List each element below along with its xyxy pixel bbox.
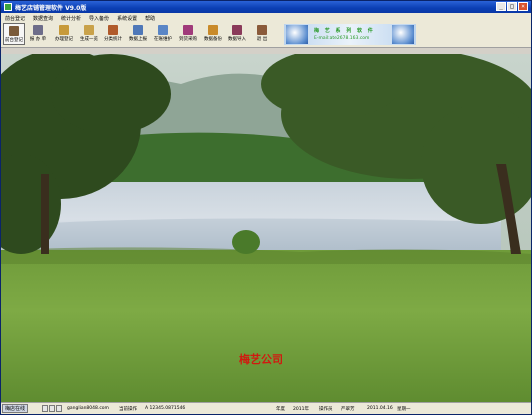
import-icon bbox=[232, 25, 242, 35]
toolbar-label: 退 出 bbox=[256, 37, 268, 42]
toolbar-label: 到货采购 bbox=[179, 37, 197, 42]
toolbar-button-exit[interactable]: 退 出 bbox=[251, 23, 273, 45]
banner-title: 梅 艺 系 列 软 件 bbox=[314, 28, 375, 34]
toolbar-button-purchase[interactable]: 到货采购 bbox=[177, 23, 199, 45]
toolbar-button-handle[interactable]: 办理登记 bbox=[53, 23, 75, 45]
status-operator-label: 操作员 bbox=[319, 407, 333, 412]
toolbar-button-front-desk[interactable]: 前台登记 bbox=[3, 23, 25, 45]
main-window: 梅艺店铺管理软件 V9.0版 _ □ × 前台登记 数据查询 统计分析 导入备份… bbox=[0, 0, 532, 415]
status-indicator-icon[interactable] bbox=[42, 405, 48, 412]
toolbar-label: 办理登记 bbox=[55, 37, 73, 42]
toolbar-label: 报 办 单 bbox=[29, 37, 47, 42]
toolbar: 前台登记 报 办 单 办理登记 生成一览 分类统计 数据上报 在账维护 到货采购… bbox=[1, 23, 531, 48]
window-controls: _ □ × bbox=[496, 2, 528, 11]
cart-icon bbox=[183, 25, 193, 35]
status-indicator-icon[interactable] bbox=[49, 405, 55, 412]
toolbar-button-data-upload[interactable]: 数据上报 bbox=[127, 23, 149, 45]
menu-item-import-backup[interactable]: 导入备份 bbox=[85, 15, 113, 22]
app-icon bbox=[4, 3, 12, 11]
menu-item-help[interactable]: 帮助 bbox=[141, 15, 159, 22]
background-landscape-image bbox=[1, 54, 531, 402]
banner-decoration-left bbox=[286, 25, 308, 44]
status-operator-value: 严翠芳 bbox=[341, 407, 355, 412]
menu-item-data-query[interactable]: 数据查询 bbox=[29, 15, 57, 22]
exit-icon bbox=[257, 25, 267, 35]
tools-icon bbox=[33, 25, 43, 35]
start-button[interactable]: 梅店在线 bbox=[2, 404, 29, 413]
toolbar-button-import[interactable]: 数据导入 bbox=[226, 23, 248, 45]
status-year-value: 2011年 bbox=[293, 407, 309, 412]
status-indicator-icon[interactable] bbox=[56, 405, 62, 412]
status-current-user-label: 当前操作 bbox=[119, 407, 137, 412]
upload-icon bbox=[133, 25, 143, 35]
status-website: ganglian8048.com bbox=[67, 406, 109, 411]
toolbar-button-report[interactable]: 报 办 单 bbox=[27, 23, 49, 45]
backup-icon bbox=[208, 25, 218, 35]
status-date: 2011.04.16 bbox=[367, 406, 393, 411]
register-icon bbox=[9, 26, 19, 36]
toolbar-label: 在账维护 bbox=[154, 37, 172, 42]
status-bar: 梅店在线 ganglian8048.com 当前操作 A 12345.08715… bbox=[1, 402, 531, 414]
toolbar-button-category-stats[interactable]: 分类统计 bbox=[102, 23, 124, 45]
toolbar-button-account-maintenance[interactable]: 在账维护 bbox=[152, 23, 174, 45]
menu-item-settings[interactable]: 系统设置 bbox=[113, 15, 141, 22]
toolbar-label: 分类统计 bbox=[104, 37, 122, 42]
hat-icon bbox=[59, 25, 69, 35]
toolbar-button-overview[interactable]: 生成一览 bbox=[78, 23, 100, 45]
menu-bar: 前台登记 数据查询 统计分析 导入备份 系统设置 帮助 bbox=[1, 13, 531, 23]
close-button[interactable]: × bbox=[518, 2, 528, 11]
status-year-label: 年度 bbox=[276, 407, 285, 412]
lock-icon bbox=[84, 25, 94, 35]
brand-banner: 梅 艺 系 列 软 件 E-mail:ate2678.163.com bbox=[284, 24, 416, 45]
banner-decoration-right bbox=[392, 25, 414, 44]
menu-item-front-desk[interactable]: 前台登记 bbox=[1, 15, 29, 22]
title-bar[interactable]: 梅艺店铺管理软件 V9.0版 _ □ × bbox=[1, 1, 531, 13]
window-title: 梅艺店铺管理软件 V9.0版 bbox=[15, 4, 87, 12]
status-current-user-value: A 12345.0871546 bbox=[145, 406, 186, 411]
minimize-button[interactable]: _ bbox=[496, 2, 506, 11]
toolbar-label: 前台登记 bbox=[5, 38, 23, 43]
toolbar-button-backup[interactable]: 数据备份 bbox=[202, 23, 224, 45]
menu-item-statistics[interactable]: 统计分析 bbox=[57, 15, 85, 22]
toolbar-label: 数据导入 bbox=[228, 37, 246, 42]
chart-icon bbox=[108, 25, 118, 35]
banner-email: E-mail:ate2678.163.com bbox=[314, 36, 370, 41]
status-weekday: 星期一 bbox=[397, 407, 411, 412]
maximize-button[interactable]: □ bbox=[507, 2, 517, 11]
toolbar-label: 数据上报 bbox=[129, 37, 147, 42]
toolbar-label: 生成一览 bbox=[80, 37, 98, 42]
company-name: 梅艺公司 bbox=[239, 353, 283, 366]
toolbar-label: 数据备份 bbox=[204, 37, 222, 42]
book-icon bbox=[158, 25, 168, 35]
